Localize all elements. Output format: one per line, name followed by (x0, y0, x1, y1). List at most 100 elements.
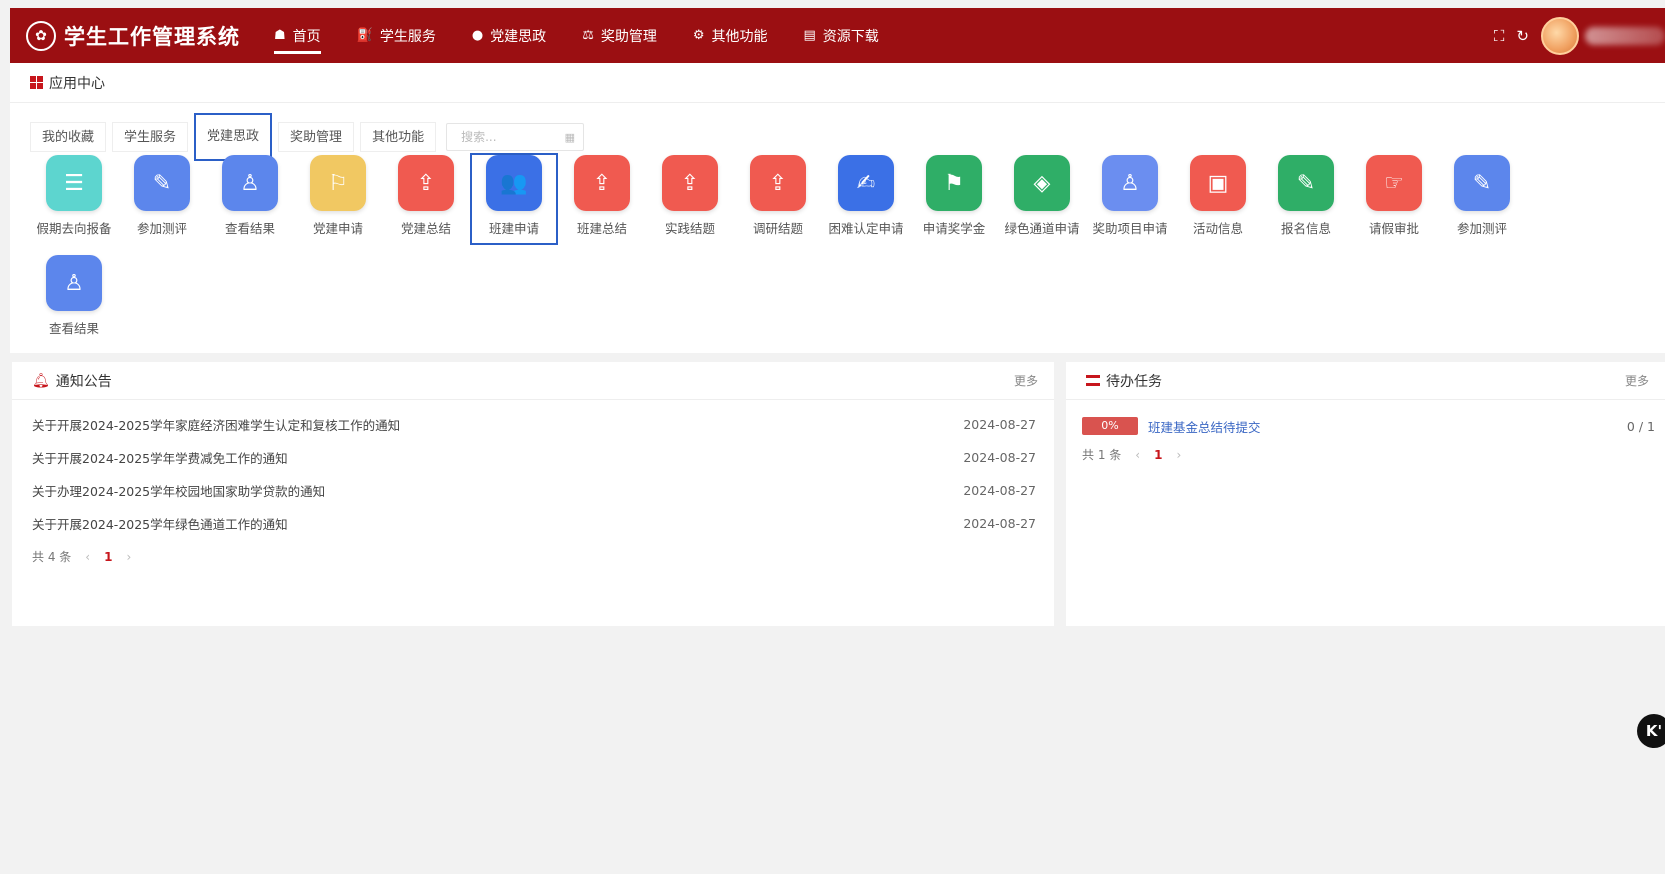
app-tile[interactable]: ♙ 奖助项目申请 (1086, 153, 1174, 245)
app-center-panel: 应用中心 我的收藏学生服务党建思政奖助管理其他功能▦ ☰假期去向报备✎参加测评♙… (10, 63, 1665, 353)
brand[interactable]: ✿ 学生工作管理系统 (26, 20, 256, 51)
notice-row[interactable]: 关于办理2024-2025学年校园地国家助学贷款的通知 2024-08-27 (12, 474, 1054, 507)
app-tile[interactable]: ▣ 活动信息 (1174, 153, 1262, 245)
notice-panel: 🔔︎ 通知公告 更多 关于开展2024-2025学年家庭经济困难学生认定和复核工… (12, 362, 1054, 626)
floating-assistant-button[interactable]: K' (1637, 714, 1665, 748)
todo-item[interactable]: 0% 班建基金总结待提交 0 / 1 (1066, 406, 1665, 446)
notice-row-title[interactable]: 关于开展2024-2025学年学费减免工作的通知 (32, 448, 288, 467)
app-tile-label: 假期去向报备 (36, 221, 112, 236)
refresh-icon[interactable]: ↻ (1516, 27, 1529, 45)
page: ✿ 学生工作管理系统 ☗ 首页 ⛽ 学生服务 ● 党建思政 ⚖ 奖助管理 ⚙ 其他功能 ▤ 资源下载 … (10, 8, 1665, 874)
graduation-cap-icon: ⛽ (356, 28, 373, 43)
todo-more-link[interactable]: 更多 (1625, 372, 1649, 389)
todo-header: 待办任务 更多 (1066, 362, 1665, 400)
notice-page-number[interactable]: 1 (104, 550, 112, 564)
app-tile[interactable]: ⇪ 班建总结 (558, 153, 646, 245)
app-tile-label: 困难认定申请 (828, 221, 904, 236)
nav-item-label: 其他功能 (711, 28, 768, 45)
app-tile[interactable]: ⇪ 调研结题 (734, 153, 822, 245)
app-tile[interactable]: ⇪ 党建总结 (382, 153, 470, 245)
edit-square-icon: ✎ (1278, 155, 1334, 211)
app-tile[interactable]: ♙ 查看结果 (206, 153, 294, 245)
tab-0[interactable]: 我的收藏 (30, 122, 107, 152)
bell-icon: 🔔︎ (32, 372, 50, 389)
prev-page-icon[interactable]: ‹ (85, 550, 90, 564)
notice-header: 🔔︎ 通知公告 更多 (12, 362, 1054, 400)
flag-outline-icon: ⚐ (310, 155, 366, 211)
todo-total: 共 1 条 (1082, 448, 1122, 462)
app-tile[interactable]: ♙ 查看结果 (30, 253, 118, 345)
app-tile-label: 参加测评 (136, 221, 187, 236)
calendar-icon[interactable]: ▦ (565, 131, 575, 144)
tab-3[interactable]: 奖助管理 (278, 122, 355, 152)
app-tile[interactable]: ☞ 请假审批 (1350, 153, 1438, 245)
app-tile-label: 请假审批 (1368, 221, 1419, 236)
app-center-title: 应用中心 (49, 75, 105, 92)
next-page-icon[interactable]: › (1176, 448, 1181, 462)
app-search-box[interactable]: ▦ (446, 123, 585, 151)
app-tile[interactable]: ⚐ 党建申请 (294, 153, 382, 245)
notice-row-date: 2024-08-27 (963, 483, 1036, 498)
username-blurred[interactable] (1585, 26, 1665, 45)
app-tile[interactable]: ☰ 假期去向报备 (30, 153, 118, 245)
app-tile[interactable]: ✎ 参加测评 (1438, 153, 1526, 245)
nav-item-0[interactable]: ☗ 首页 (256, 8, 339, 63)
app-tile[interactable]: 👥 班建申请 (470, 153, 558, 245)
nav-item-label: 党建思政 (490, 28, 547, 45)
person-icon: ♙ (222, 155, 278, 211)
app-tile[interactable]: ✎ 报名信息 (1262, 153, 1350, 245)
nav-item-label: 资源下载 (822, 28, 879, 45)
nav-item-label: 学生服务 (379, 28, 436, 45)
notice-row-title[interactable]: 关于开展2024-2025学年家庭经济困难学生认定和复核工作的通知 (32, 415, 400, 434)
pencil-icon: ✎ (134, 155, 190, 211)
notice-row[interactable]: 关于开展2024-2025学年绿色通道工作的通知 2024-08-27 (12, 507, 1054, 540)
school-seal-icon: ✿ (26, 20, 56, 51)
nav-item-label: 奖助管理 (600, 28, 657, 45)
prev-page-icon[interactable]: ‹ (1135, 448, 1140, 462)
app-tile-label: 班建申请 (488, 221, 539, 236)
notice-row-date: 2024-08-27 (963, 417, 1036, 432)
person-icon: ♙ (46, 255, 102, 311)
notice-row-title[interactable]: 关于开展2024-2025学年绿色通道工作的通知 (32, 514, 288, 533)
notice-row-date: 2024-08-27 (963, 450, 1036, 465)
tab-4[interactable]: 其他功能 (360, 122, 437, 152)
notice-row[interactable]: 关于开展2024-2025学年家庭经济困难学生认定和复核工作的通知 2024-08… (12, 408, 1054, 441)
notice-row-title[interactable]: 关于办理2024-2025学年校园地国家助学贷款的通知 (32, 481, 325, 500)
nav-item-1[interactable]: ⛽ 学生服务 (339, 8, 454, 63)
app-tile-label: 绿色通道申请 (1004, 221, 1080, 236)
scale-icon: ⚖ (582, 28, 594, 43)
nav-item-3[interactable]: ⚖ 奖助管理 (564, 8, 675, 63)
nav-item-5[interactable]: ▤ 资源下载 (786, 8, 897, 63)
app-tile[interactable]: ⚑ 申请奖学金 (910, 153, 998, 245)
group-icon: 👥 (486, 155, 542, 211)
nav-item-4[interactable]: ⚙ 其他功能 (675, 8, 786, 63)
app-tile[interactable]: ⇪ 实践结题 (646, 153, 734, 245)
notice-total: 共 4 条 (32, 550, 72, 564)
hand-pointer-icon: ☞ (1366, 155, 1422, 211)
app-tile[interactable]: ✎ 参加测评 (118, 153, 206, 245)
todo-title: 待办任务 (1106, 373, 1162, 390)
windows-grid-icon (30, 76, 43, 89)
todo-page-number[interactable]: 1 (1154, 448, 1162, 462)
main-nav: ☗ 首页 ⛽ 学生服务 ● 党建思政 ⚖ 奖助管理 ⚙ 其他功能 ▤ 资源下载 (256, 8, 897, 63)
app-tile[interactable]: ✍ 困难认定申请 (822, 153, 910, 245)
app-tile-label: 申请奖学金 (922, 221, 986, 236)
avatar[interactable] (1541, 16, 1579, 55)
app-tile-label: 查看结果 (48, 321, 99, 336)
fullscreen-icon[interactable]: ⛶ (1494, 27, 1505, 45)
app-tile-label: 报名信息 (1280, 221, 1331, 236)
app-title: 学生工作管理系统 (64, 24, 240, 49)
tab-1[interactable]: 学生服务 (112, 122, 189, 152)
next-page-icon[interactable]: › (126, 550, 131, 564)
app-search-input[interactable] (461, 130, 552, 144)
nav-item-2[interactable]: ● 党建思政 (454, 8, 564, 63)
compass-icon: ◈ (1014, 155, 1070, 211)
notice-row[interactable]: 关于开展2024-2025学年学费减免工作的通知 2024-08-27 (12, 441, 1054, 474)
todo-pagination: 共 1 条 ‹ 1 › (1082, 446, 1665, 463)
task-list-icon (1086, 375, 1100, 386)
notice-more-link[interactable]: 更多 (1014, 372, 1038, 389)
todo-item-link[interactable]: 班建基金总结待提交 (1148, 417, 1627, 436)
app-tile[interactable]: ◈ 绿色通道申请 (998, 153, 1086, 245)
upload-icon: ⇪ (574, 155, 630, 211)
app-tile-label: 查看结果 (224, 221, 275, 236)
